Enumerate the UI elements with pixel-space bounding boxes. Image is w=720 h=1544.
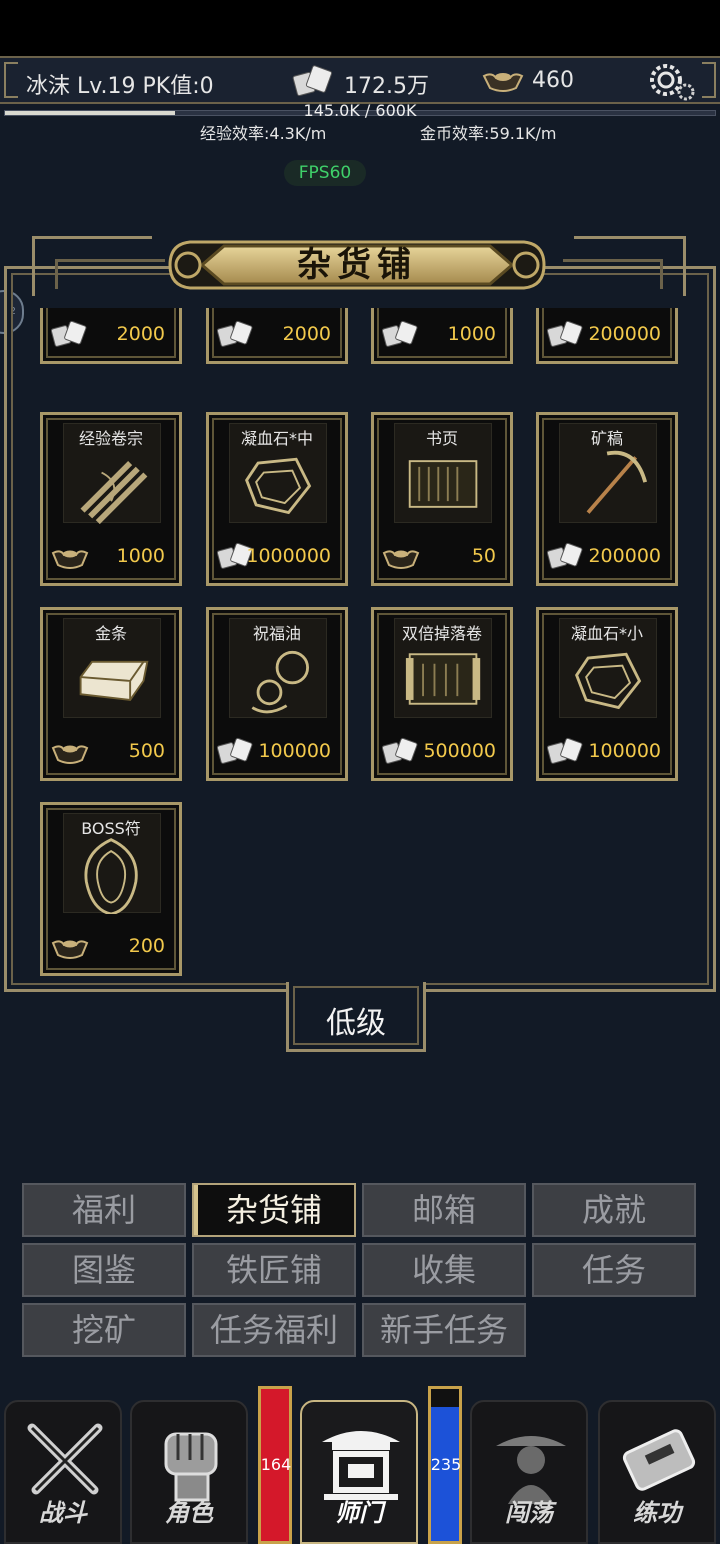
shop-item[interactable]: 双倍掉落卷 500000 bbox=[371, 607, 513, 781]
item-price: 1000000 bbox=[246, 545, 331, 567]
gem-icon bbox=[575, 652, 642, 710]
menu-button[interactable]: 任务福利 bbox=[192, 1303, 356, 1357]
book-page-icon bbox=[408, 460, 478, 508]
item-price: 50 bbox=[471, 545, 496, 567]
scroll-bundle-icon bbox=[80, 461, 148, 524]
gold-rate: 金币效率:59.1K/m bbox=[420, 124, 557, 143]
menu-button[interactable]: 杂货铺 bbox=[192, 1183, 356, 1237]
shop-title: 杂货铺 bbox=[297, 245, 417, 285]
shop-item[interactable]: 2000 bbox=[206, 308, 348, 364]
nav-sect[interactable]: 师门 bbox=[300, 1400, 418, 1544]
menu-button[interactable]: 任务 bbox=[532, 1243, 696, 1297]
shop-item[interactable]: BOSS符 200 bbox=[40, 802, 182, 976]
item-price: 200 bbox=[128, 935, 165, 957]
nav-adventure[interactable]: 闯荡 bbox=[470, 1400, 588, 1544]
ingot-icon bbox=[51, 745, 89, 764]
shop-item[interactable]: 祝福油 100000 bbox=[206, 607, 348, 781]
item-price: 2000 bbox=[116, 323, 165, 345]
mp-bar: 235 bbox=[428, 1386, 462, 1544]
item-price: 100000 bbox=[258, 740, 331, 762]
shop-item-grid: 2000 2000 1000 200000 经验卷宗 1000 凝血石*中 1000000 书页… bbox=[10, 308, 710, 984]
status-bar bbox=[0, 0, 720, 56]
frame-ornament-left bbox=[32, 236, 165, 296]
coin-icon bbox=[547, 320, 583, 347]
item-name: 凝血石*中 bbox=[240, 429, 313, 448]
ingot-count: 460 bbox=[532, 68, 574, 93]
menu-button[interactable]: 图鉴 bbox=[22, 1243, 186, 1297]
item-name: 凝血石*小 bbox=[570, 624, 643, 643]
pickaxe-icon bbox=[586, 450, 648, 514]
item-price: 200000 bbox=[588, 323, 661, 345]
player-info: 冰沫 Lv.19 PK值:0 bbox=[26, 74, 214, 99]
ingot-icon bbox=[51, 550, 89, 569]
item-name: 双倍掉落卷 bbox=[401, 624, 482, 643]
item-name: 经验卷宗 bbox=[78, 429, 143, 448]
shop-item[interactable]: 200000 bbox=[536, 308, 678, 364]
coin-icon bbox=[547, 542, 583, 569]
settings-gear-icon[interactable] bbox=[644, 62, 698, 102]
shop-item[interactable]: 2000 bbox=[40, 308, 182, 364]
item-name: 矿稿 bbox=[590, 429, 623, 448]
shop-item[interactable]: 矿稿 200000 bbox=[536, 412, 678, 586]
item-price: 100000 bbox=[588, 740, 661, 762]
menu-button[interactable]: 成就 bbox=[532, 1183, 696, 1237]
nav-battle[interactable]: 战斗 bbox=[4, 1400, 122, 1544]
ingot-icon bbox=[382, 550, 420, 569]
coin-icon bbox=[217, 737, 253, 764]
mp-value: 235 bbox=[430, 1455, 462, 1474]
coin-icon bbox=[382, 737, 418, 764]
menu-button[interactable]: 挖矿 bbox=[22, 1303, 186, 1357]
coin-count: 172.5万 bbox=[344, 74, 429, 99]
hp-bar: 164 bbox=[258, 1386, 292, 1544]
shop-item[interactable]: 书页 50 bbox=[371, 412, 513, 586]
menu-button[interactable]: 新手任务 bbox=[362, 1303, 526, 1357]
gourd-icon bbox=[251, 650, 309, 714]
gold-bar-icon bbox=[79, 660, 149, 701]
item-price: 2000 bbox=[282, 323, 331, 345]
frame-ornament-right bbox=[563, 236, 686, 296]
item-name: 书页 bbox=[425, 429, 458, 448]
ingot-icon bbox=[51, 940, 89, 959]
shop-item[interactable]: 凝血石*小 100000 bbox=[536, 607, 678, 781]
menu-button[interactable]: 邮箱 bbox=[362, 1183, 526, 1237]
shop-item[interactable]: 凝血石*中 1000000 bbox=[206, 412, 348, 586]
nav-character[interactable]: 角色 bbox=[130, 1400, 248, 1544]
talisman-icon bbox=[84, 838, 138, 914]
item-name: 祝福油 bbox=[252, 624, 301, 643]
nav-training[interactable]: 练功 bbox=[598, 1400, 716, 1544]
menu-button[interactable]: 福利 bbox=[22, 1183, 186, 1237]
fps-badge: FPS60 bbox=[284, 160, 366, 186]
item-price: 500000 bbox=[423, 740, 496, 762]
coin-icon bbox=[292, 65, 333, 97]
ingot-icon bbox=[482, 73, 524, 92]
gem-icon bbox=[245, 457, 312, 515]
grade-label[interactable]: 低级 bbox=[286, 998, 426, 1042]
item-name: 金条 bbox=[94, 624, 127, 643]
top-hud: 冰沫 Lv.19 PK值:0 172.5万 460 bbox=[0, 56, 720, 104]
coin-icon bbox=[547, 737, 583, 764]
shop-item[interactable]: 金条 500 bbox=[40, 607, 182, 781]
shop-item[interactable]: 1000 bbox=[371, 308, 513, 364]
item-price: 1000 bbox=[116, 545, 165, 567]
shop-item[interactable]: 经验卷宗 1000 bbox=[40, 412, 182, 586]
item-name: BOSS符 bbox=[81, 819, 141, 838]
coin-icon bbox=[51, 320, 87, 347]
menu-button[interactable]: 收集 bbox=[362, 1243, 526, 1297]
item-price: 500 bbox=[128, 740, 165, 762]
hp-value: 164 bbox=[260, 1455, 292, 1474]
coin-icon bbox=[382, 320, 418, 347]
coin-icon bbox=[217, 320, 253, 347]
item-price: 1000 bbox=[447, 323, 496, 345]
exp-text: 145.0K / 600K bbox=[303, 101, 417, 120]
exp-rate: 经验效率:4.3K/m bbox=[200, 124, 327, 143]
scroll-icon bbox=[405, 653, 481, 705]
item-price: 200000 bbox=[588, 545, 661, 567]
menu-button[interactable]: 铁匠铺 bbox=[192, 1243, 356, 1297]
